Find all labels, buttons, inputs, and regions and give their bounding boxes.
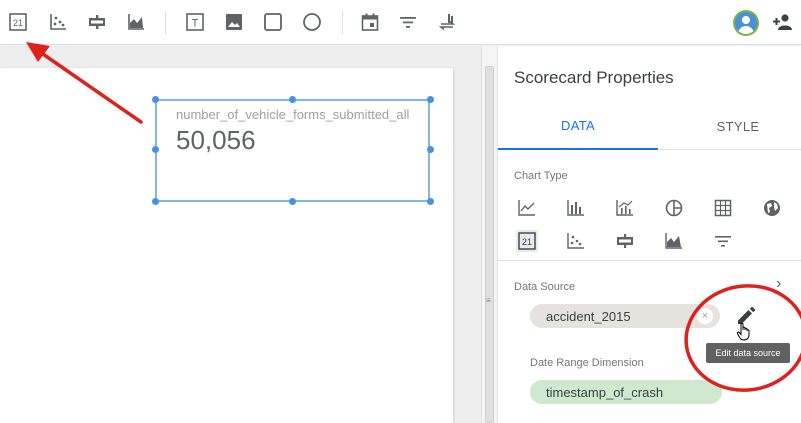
bullet-chart-option-icon[interactable]	[614, 230, 636, 252]
bullet-chart-icon[interactable]	[86, 11, 108, 33]
combo-chart-icon[interactable]	[614, 197, 636, 219]
date-range-icon[interactable]	[359, 11, 381, 33]
scorecard-chart-option[interactable]: 21	[516, 230, 538, 252]
add-person-icon[interactable]	[772, 11, 794, 33]
bar-chart-icon[interactable]	[565, 197, 587, 219]
data-source-label: Data Source	[514, 281, 576, 293]
resize-handle[interactable]	[152, 146, 159, 153]
pie-chart-icon[interactable]	[663, 197, 685, 219]
resize-handle[interactable]	[289, 96, 296, 103]
geo-map-icon[interactable]	[761, 197, 783, 219]
filter-control-option-icon[interactable]	[712, 230, 734, 252]
area-chart-option-icon[interactable]	[663, 230, 685, 252]
scatter-chart-option-icon[interactable]	[565, 230, 587, 252]
chevron-right-icon[interactable]: ›	[776, 275, 781, 293]
resize-handle[interactable]	[427, 198, 434, 205]
date-range-label: Date Range Dimension	[530, 357, 644, 369]
properties-panel: Scorecard Properties DATA STYLE Chart Ty…	[497, 46, 801, 423]
avatar-icon[interactable]	[733, 10, 759, 36]
table-icon[interactable]	[712, 197, 734, 219]
edit-data-source-tooltip: Edit data source	[706, 343, 790, 363]
scorecard-value: 50,056	[176, 125, 256, 155]
data-control-icon[interactable]	[436, 11, 458, 33]
resize-handle[interactable]	[289, 198, 296, 205]
toolbar-divider	[342, 12, 343, 34]
scorecard-icon[interactable]: 21	[7, 11, 29, 33]
rectangle-icon[interactable]	[262, 11, 284, 33]
scrollbar-thumb[interactable]	[485, 66, 494, 423]
remove-data-source-icon[interactable]: ×	[697, 308, 713, 324]
svg-text:21: 21	[522, 237, 532, 247]
line-chart-icon[interactable]	[516, 197, 538, 219]
panel-title: Scorecard Properties	[514, 68, 674, 87]
svg-text:21: 21	[13, 18, 23, 28]
section-divider	[498, 260, 801, 261]
tab-style[interactable]: STYLE	[658, 102, 801, 150]
toolbar-divider	[165, 12, 166, 34]
filter-icon[interactable]	[397, 11, 419, 33]
date-range-dimension-chip[interactable]: timestamp_of_crash	[530, 380, 722, 404]
image-icon[interactable]	[223, 11, 245, 33]
app-root: 21 T number_of_vehicle_forms_submitted_a…	[0, 0, 801, 423]
data-source-chip[interactable]: accident_2015	[530, 304, 720, 328]
area-chart-icon[interactable]	[125, 11, 147, 33]
resize-handle[interactable]	[427, 146, 434, 153]
svg-text:T: T	[192, 18, 199, 30]
scatter-chart-icon[interactable]	[47, 11, 69, 33]
canvas-scrollbar[interactable]: ≡	[481, 46, 497, 423]
scorecard-metric-label: number_of_vehicle_forms_submitted_all	[176, 107, 410, 122]
circle-icon[interactable]	[301, 11, 323, 33]
toolbar: 21 T	[0, 0, 801, 45]
panel-tabs: DATA STYLE	[498, 102, 801, 150]
resize-handle[interactable]	[152, 198, 159, 205]
chart-type-label: Chart Type	[514, 170, 568, 182]
resize-handle[interactable]	[427, 96, 434, 103]
scorecard-chart[interactable]: number_of_vehicle_forms_submitted_all 50…	[155, 99, 430, 202]
tab-data[interactable]: DATA	[498, 102, 658, 150]
resize-handle[interactable]	[152, 96, 159, 103]
panel-resize-grip-icon[interactable]: ≡	[486, 296, 491, 305]
text-icon[interactable]: T	[184, 11, 206, 33]
